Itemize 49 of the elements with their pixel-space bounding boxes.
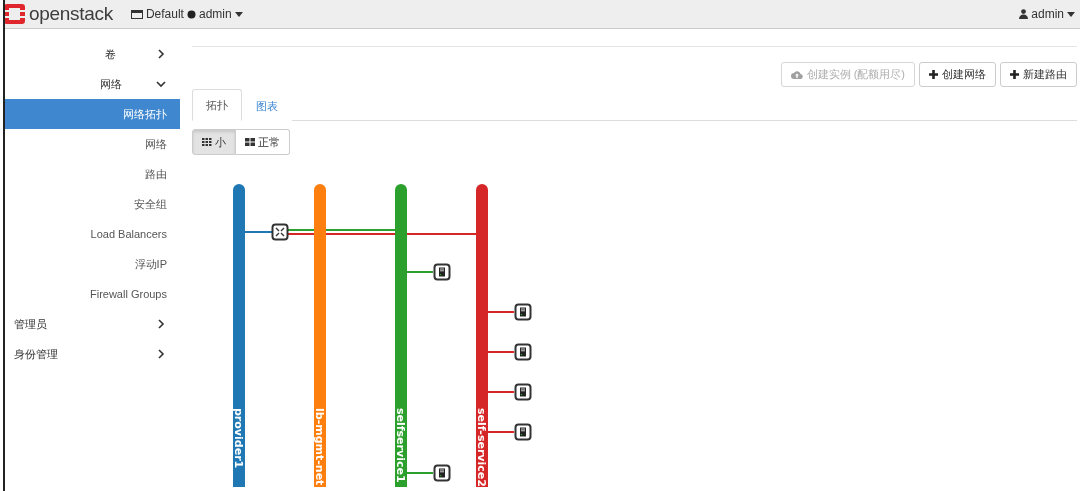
view-toggle-button[interactable]: 小 bbox=[192, 129, 236, 155]
server-icon[interactable] bbox=[514, 343, 532, 361]
network-name: self-service2 bbox=[475, 408, 488, 487]
cloud-upload-icon bbox=[790, 70, 803, 79]
sidebar-link[interactable]: 浮动IP bbox=[5, 249, 180, 279]
plus-icon bbox=[1010, 70, 1019, 79]
sidebar-link[interactable]: Load Balancers bbox=[5, 219, 180, 249]
plus-icon bbox=[929, 70, 938, 79]
network-name: selfservice1 bbox=[394, 408, 407, 483]
sidebar-item[interactable]: 网络 bbox=[5, 69, 180, 99]
network-name: provider1 bbox=[232, 408, 245, 469]
sidebar-link[interactable]: 网络 bbox=[5, 129, 180, 159]
card-icon bbox=[130, 9, 143, 19]
grid-icon bbox=[202, 138, 212, 146]
sidebar-item[interactable]: 身份管理 bbox=[5, 339, 180, 369]
large-grid-icon bbox=[245, 138, 255, 146]
tab[interactable]: 拓扑 bbox=[192, 89, 242, 121]
user-menu[interactable]: admin bbox=[1019, 7, 1075, 21]
sidebar-link[interactable]: 安全组 bbox=[5, 189, 180, 219]
logo-icon bbox=[5, 4, 25, 24]
router-icon[interactable] bbox=[271, 223, 289, 241]
chevron-down-icon bbox=[156, 79, 166, 89]
sidebar-link[interactable]: 路由 bbox=[5, 159, 180, 189]
server-icon[interactable] bbox=[433, 263, 451, 281]
chevron-right-icon bbox=[156, 319, 166, 329]
network-name: lb-mgmt-net bbox=[313, 408, 326, 486]
project-selector[interactable]: Default admin bbox=[130, 7, 243, 21]
network-bar[interactable] bbox=[395, 184, 407, 487]
network-bar[interactable] bbox=[233, 184, 245, 487]
network-bar[interactable] bbox=[476, 184, 488, 487]
user-icon bbox=[1019, 9, 1029, 19]
sidebar-item[interactable]: 卷 bbox=[5, 39, 180, 69]
logo-text[interactable]: openstack bbox=[29, 3, 113, 25]
sidebar-link[interactable]: Firewall Groups bbox=[5, 279, 180, 309]
action-button[interactable]: 创建网络 bbox=[919, 62, 996, 87]
caret-icon bbox=[1067, 11, 1075, 17]
server-icon[interactable] bbox=[514, 423, 532, 441]
caret-icon bbox=[234, 11, 243, 17]
network-bar[interactable] bbox=[314, 184, 326, 487]
sidebar-item[interactable]: 管理员 bbox=[5, 309, 180, 339]
server-icon[interactable] bbox=[514, 383, 532, 401]
server-icon[interactable] bbox=[514, 303, 532, 321]
dot-icon bbox=[186, 9, 196, 19]
chevron-right-icon bbox=[156, 349, 166, 359]
sidebar-link[interactable]: 网络拓扑 bbox=[5, 99, 180, 129]
server-icon[interactable] bbox=[433, 464, 451, 482]
action-button[interactable]: 新建路由 bbox=[1000, 62, 1077, 87]
chevron-right-icon bbox=[156, 49, 166, 59]
view-toggle-button[interactable]: 正常 bbox=[236, 129, 290, 155]
